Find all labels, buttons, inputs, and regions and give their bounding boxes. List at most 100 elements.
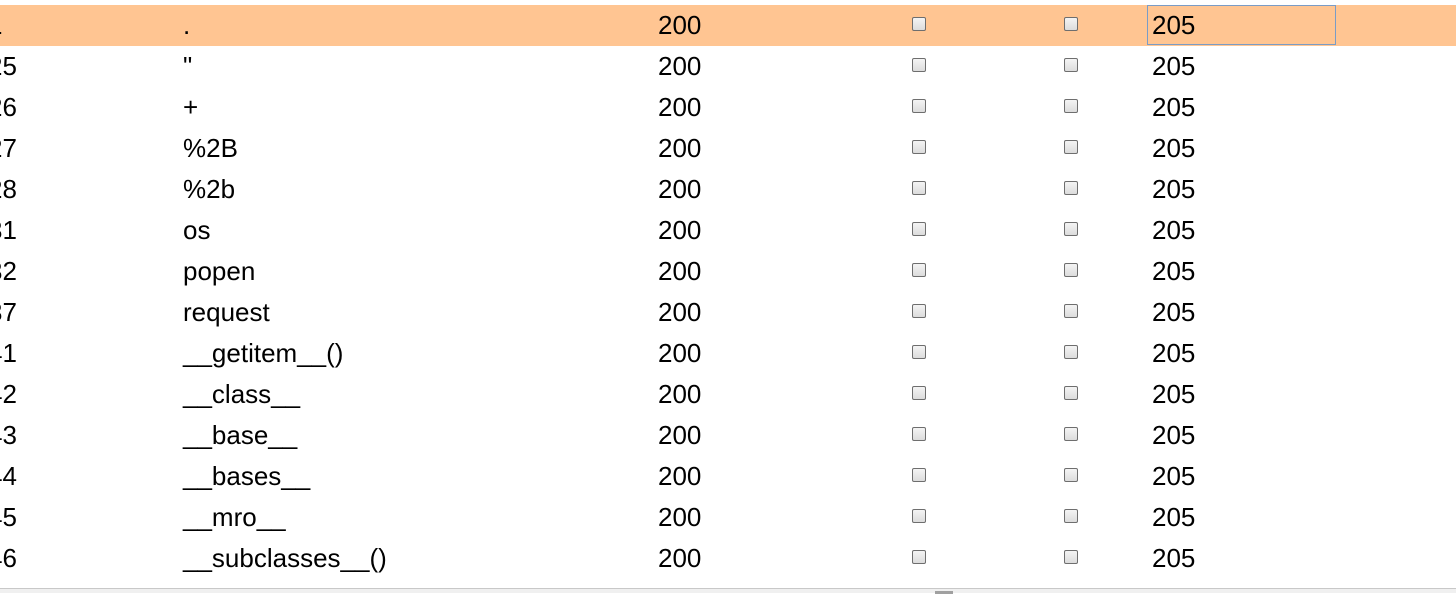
error-checkbox[interactable] xyxy=(912,550,926,564)
payload-cell: %2B xyxy=(183,133,238,163)
payload-cell: " xyxy=(183,51,193,81)
table-row[interactable]: 25 " 200 205 xyxy=(0,46,1456,87)
length-cell: 205 xyxy=(1152,502,1196,532)
error-checkbox[interactable] xyxy=(912,99,926,113)
length-cell: 205 xyxy=(1152,420,1196,450)
timeout-checkbox[interactable] xyxy=(1064,263,1078,277)
error-checkbox[interactable] xyxy=(912,222,926,236)
timeout-checkbox[interactable] xyxy=(1064,99,1078,113)
status-cell: 200 xyxy=(658,256,702,286)
error-checkbox[interactable] xyxy=(912,345,926,359)
status-cell: 200 xyxy=(658,51,702,81)
error-checkbox[interactable] xyxy=(912,140,926,154)
status-cell: 200 xyxy=(658,215,702,245)
timeout-checkbox[interactable] xyxy=(1064,468,1078,482)
payload-cell: + xyxy=(183,92,199,122)
error-checkbox[interactable] xyxy=(912,58,926,72)
status-cell: 200 xyxy=(658,379,702,409)
error-checkbox[interactable] xyxy=(912,17,926,31)
request-number-cell: 46 xyxy=(0,543,17,573)
table-row[interactable]: 27 %2B 200 205 xyxy=(0,128,1456,169)
table-row[interactable]: 26 + 200 205 xyxy=(0,87,1456,128)
request-number-cell: 32 xyxy=(0,256,17,286)
table-row[interactable]: 37 request 200 205 xyxy=(0,292,1456,333)
payload-cell: %2b xyxy=(183,174,236,204)
table-row[interactable]: 46 __subclasses__() 200 205 xyxy=(0,538,1456,579)
request-number-cell: 44 xyxy=(0,461,17,491)
status-cell: 200 xyxy=(658,502,702,532)
table-row[interactable]: 1 . 200 205 xyxy=(0,5,1456,46)
timeout-checkbox[interactable] xyxy=(1064,550,1078,564)
table-row[interactable]: 42 __class__ 200 205 xyxy=(0,374,1456,415)
payload-cell: __getitem__() xyxy=(183,338,344,368)
payload-cell: __subclasses__() xyxy=(183,543,387,573)
timeout-checkbox[interactable] xyxy=(1064,17,1078,31)
table-row[interactable]: 41 __getitem__() 200 205 xyxy=(0,333,1456,374)
length-cell: 205 xyxy=(1152,379,1196,409)
request-number-cell: 28 xyxy=(0,174,17,204)
status-cell: 200 xyxy=(658,338,702,368)
error-checkbox[interactable] xyxy=(912,181,926,195)
timeout-checkbox[interactable] xyxy=(1064,345,1078,359)
length-cell: 205 xyxy=(1152,256,1196,286)
table-row[interactable]: 28 %2b 200 205 xyxy=(0,169,1456,210)
error-checkbox[interactable] xyxy=(912,509,926,523)
timeout-checkbox[interactable] xyxy=(1064,222,1078,236)
timeout-checkbox[interactable] xyxy=(1064,509,1078,523)
payload-cell: . xyxy=(183,10,191,40)
timeout-checkbox[interactable] xyxy=(1064,304,1078,318)
timeout-checkbox[interactable] xyxy=(1064,386,1078,400)
results-table: 1 . 200 205 25 " 200 205 26 + 200 205 27… xyxy=(0,5,1456,579)
length-cell: 205 xyxy=(1152,51,1196,81)
status-cell: 200 xyxy=(658,420,702,450)
length-cell: 205 xyxy=(1152,174,1196,204)
request-number-cell: 26 xyxy=(0,92,17,122)
request-number-cell: 37 xyxy=(0,297,17,327)
timeout-checkbox[interactable] xyxy=(1064,140,1078,154)
table-row[interactable]: 32 popen 200 205 xyxy=(0,251,1456,292)
status-cell: 200 xyxy=(658,297,702,327)
length-cell: 205 xyxy=(1152,338,1196,368)
length-cell: 205 xyxy=(1152,215,1196,245)
payload-cell: request xyxy=(183,297,270,327)
status-cell: 200 xyxy=(658,92,702,122)
payload-cell: __class__ xyxy=(183,379,301,409)
timeout-checkbox[interactable] xyxy=(1064,181,1078,195)
length-cell: 205 xyxy=(1152,92,1196,122)
error-checkbox[interactable] xyxy=(912,468,926,482)
table-row[interactable]: 45 __mro__ 200 205 xyxy=(0,497,1456,538)
error-checkbox[interactable] xyxy=(912,427,926,441)
request-number-cell: 45 xyxy=(0,502,17,532)
status-cell: 200 xyxy=(658,543,702,573)
status-cell: 200 xyxy=(658,461,702,491)
table-row[interactable]: 44 __bases__ 200 205 xyxy=(0,456,1456,497)
status-cell: 200 xyxy=(658,10,702,40)
length-cell: 205 xyxy=(1152,133,1196,163)
request-number-cell: 1 xyxy=(0,5,2,46)
length-cell: 205 xyxy=(1152,543,1196,573)
timeout-checkbox[interactable] xyxy=(1064,427,1078,441)
table-row[interactable]: 43 __base__ 200 205 xyxy=(0,415,1456,456)
request-number-cell: 43 xyxy=(0,420,17,450)
request-number-cell: 27 xyxy=(0,133,17,163)
length-cell: 205 xyxy=(1152,461,1196,491)
horizontal-scrollbar[interactable] xyxy=(0,588,1456,594)
request-number-cell: 42 xyxy=(0,379,17,409)
payload-cell: __mro__ xyxy=(183,502,286,532)
length-cell: 205 xyxy=(1152,10,1196,40)
payload-cell: __base__ xyxy=(183,420,298,450)
payload-cell: os xyxy=(183,215,211,245)
table-row[interactable]: 31 os 200 205 xyxy=(0,210,1456,251)
error-checkbox[interactable] xyxy=(912,304,926,318)
status-cell: 200 xyxy=(658,133,702,163)
request-number-cell: 41 xyxy=(0,338,17,368)
payload-cell: __bases__ xyxy=(183,461,311,491)
request-number-cell: 25 xyxy=(0,51,17,81)
payload-cell: popen xyxy=(183,256,256,286)
length-cell: 205 xyxy=(1152,297,1196,327)
error-checkbox[interactable] xyxy=(912,263,926,277)
timeout-checkbox[interactable] xyxy=(1064,58,1078,72)
status-cell: 200 xyxy=(658,174,702,204)
request-number-cell: 31 xyxy=(0,215,17,245)
error-checkbox[interactable] xyxy=(912,386,926,400)
